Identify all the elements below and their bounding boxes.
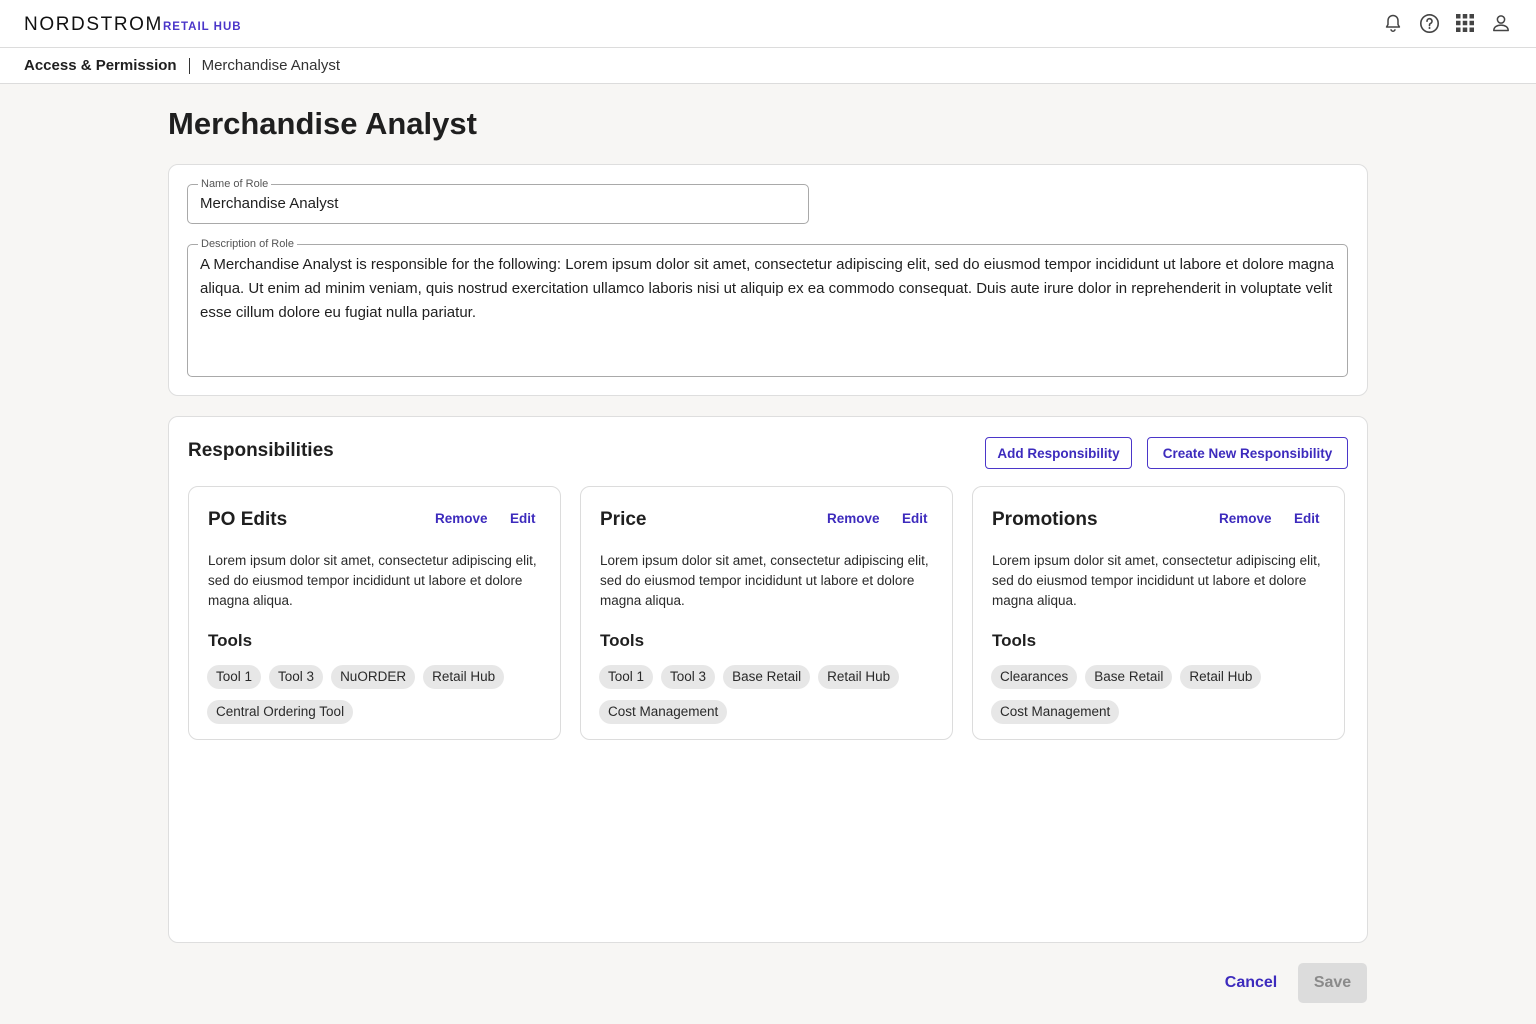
user-icon[interactable]: [1490, 12, 1512, 34]
tool-chip: Clearances: [991, 665, 1078, 689]
breadcrumb-parent[interactable]: Access & Permission: [24, 57, 177, 74]
responsibilities-card: Responsibilities Add Responsibility Crea…: [168, 416, 1368, 943]
responsibility-card-po-edits: PO Edits Remove Edit Lorem ipsum dolor s…: [188, 486, 561, 740]
tool-chip: Retail Hub: [818, 665, 900, 689]
responsibility-description: Lorem ipsum dolor sit amet, consectetur …: [992, 553, 1321, 608]
role-description-textarea[interactable]: A Merchandise Analyst is responsible for…: [200, 253, 1336, 368]
page-title: Merchandise Analyst: [168, 106, 477, 141]
responsibility-title: PO Edits: [208, 509, 288, 530]
edit-link[interactable]: Edit: [902, 511, 928, 526]
responsibility-description: Lorem ipsum dolor sit amet, consectetur …: [600, 553, 929, 608]
edit-link[interactable]: Edit: [1294, 511, 1320, 526]
tools-heading: Tools: [600, 631, 645, 650]
tool-chip: Retail Hub: [1180, 665, 1262, 689]
apps-grid-icon[interactable]: [1454, 12, 1476, 34]
remove-link[interactable]: Remove: [1219, 511, 1272, 526]
tool-chip: Base Retail: [1085, 665, 1173, 689]
role-description-field[interactable]: Description of Role A Merchandise Analys…: [187, 237, 1348, 377]
tool-chip: Cost Management: [599, 700, 728, 724]
breadcrumb: Access & Permission Merchandise Analyst: [0, 48, 1536, 84]
add-responsibility-button[interactable]: Add Responsibility: [985, 437, 1132, 469]
bell-icon[interactable]: [1382, 12, 1404, 34]
tool-chip: Central Ordering Tool: [207, 700, 354, 724]
save-button[interactable]: Save: [1298, 963, 1367, 1003]
tool-chip: Retail Hub: [423, 665, 505, 689]
brand-logo[interactable]: NORDSTROM: [24, 14, 163, 36]
tool-chip: NuORDER: [331, 665, 416, 689]
responsibility-title: Promotions: [992, 509, 1098, 530]
remove-link[interactable]: Remove: [827, 511, 880, 526]
role-name-label: Name of Role: [198, 177, 272, 191]
role-description-label: Description of Role: [198, 237, 297, 251]
responsibility-title: Price: [600, 509, 647, 530]
tool-chip: Cost Management: [991, 700, 1120, 724]
remove-link[interactable]: Remove: [435, 511, 488, 526]
top-bar: NORDSTROM RETAIL HUB: [0, 0, 1536, 48]
responsibility-card-promotions: Promotions Remove Edit Lorem ipsum dolor…: [972, 486, 1345, 740]
tool-chip: Tool 3: [661, 665, 716, 689]
breadcrumb-current: Merchandise Analyst: [201, 57, 340, 74]
responsibilities-title: Responsibilities: [188, 440, 334, 461]
responsibility-card-price: Price Remove Edit Lorem ipsum dolor sit …: [580, 486, 953, 740]
role-details-card: Name of Role Description of Role A Merch…: [168, 164, 1368, 396]
tools-heading: Tools: [208, 631, 253, 650]
breadcrumb-separator: [188, 57, 190, 74]
tool-chips: Tool 1 Tool 3 Base Retail Retail Hub Cos…: [599, 665, 939, 724]
tool-chip: Base Retail: [723, 665, 811, 689]
top-icons: [1382, 12, 1512, 34]
tool-chip: Tool 1: [599, 665, 654, 689]
cancel-button[interactable]: Cancel: [1212, 964, 1290, 1002]
tool-chip: Tool 3: [269, 665, 324, 689]
tool-chip: Tool 1: [207, 665, 262, 689]
tool-chips: Tool 1 Tool 3 NuORDER Retail Hub Central…: [207, 665, 547, 724]
responsibility-description: Lorem ipsum dolor sit amet, consectetur …: [208, 553, 537, 608]
role-name-field[interactable]: Name of Role: [187, 177, 809, 224]
role-name-input[interactable]: [200, 195, 790, 212]
tool-chips: Clearances Base Retail Retail Hub Cost M…: [991, 665, 1331, 724]
help-icon[interactable]: [1418, 12, 1440, 34]
product-name: RETAIL HUB: [163, 21, 242, 33]
create-new-responsibility-button[interactable]: Create New Responsibility: [1147, 437, 1348, 469]
tools-heading: Tools: [992, 631, 1037, 650]
edit-link[interactable]: Edit: [510, 511, 536, 526]
